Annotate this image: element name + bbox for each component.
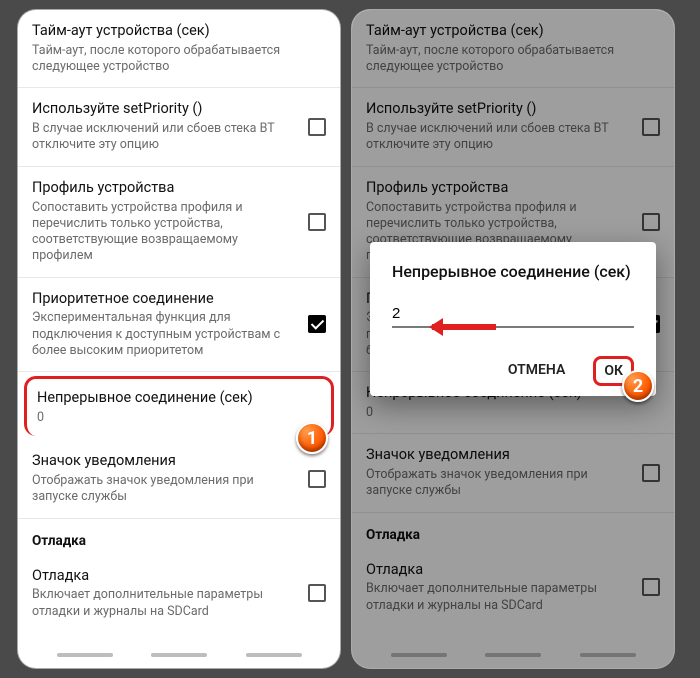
item-title: Отладка (32, 567, 282, 586)
android-navbar (18, 646, 340, 664)
item-continuous-connection[interactable]: Непрерывное соединение (сек) 0 (24, 376, 334, 436)
item-device-profile[interactable]: Профиль устройства Сопоставить устройств… (18, 167, 340, 278)
step-marker-1: 1 (296, 422, 328, 454)
checkbox[interactable] (308, 470, 326, 488)
item-debug[interactable]: Отладка Включает дополнительные параметр… (18, 555, 340, 632)
item-sub: Отображать значок уведомления при запуск… (32, 473, 282, 506)
dialog-title: Непрерывное соединение (сек) (392, 262, 634, 283)
item-sub: Экспериментальная функция для подключени… (32, 310, 282, 359)
item-value: 0 (37, 410, 279, 426)
item-title: Используйте setPriority () (32, 100, 282, 119)
step-marker-2: 2 (622, 370, 654, 402)
settings-list: Тайм-аут устройства (сек) Тайм-аут, посл… (18, 10, 340, 632)
item-title: Профиль устройства (32, 179, 282, 198)
item-title: Приоритетное соединение (32, 290, 282, 309)
item-notification-icon[interactable]: Значок уведомления Отображать значок уве… (18, 440, 340, 518)
checkbox-checked[interactable] (308, 315, 326, 333)
phone-right: Тайм-аут устройства (сек) Тайм-аут, посл… (352, 10, 674, 668)
nav-pill[interactable] (151, 653, 207, 657)
nav-pill[interactable] (246, 653, 302, 657)
annotation-arrow (432, 324, 496, 330)
item-setpriority[interactable]: Используйте setPriority () В случае искл… (18, 88, 340, 166)
checkbox[interactable] (308, 584, 326, 602)
nav-pill[interactable] (57, 653, 113, 657)
item-device-timeout[interactable]: Тайм-аут устройства (сек) Тайм-аут, посл… (18, 10, 340, 88)
item-sub: В случае исключений или сбоев стека BT о… (32, 121, 282, 154)
item-sub: Сопоставить устройства профиля и перечис… (32, 200, 282, 265)
item-sub: Включает дополнительные параметры отладк… (32, 587, 282, 620)
item-sub: Тайм-аут, после которого обрабатывается … (32, 43, 282, 76)
item-title: Непрерывное соединение (сек) (37, 389, 279, 408)
section-debug-header: Отладка (18, 519, 340, 555)
item-title: Тайм-аут устройства (сек) (32, 22, 282, 41)
item-title: Значок уведомления (32, 452, 282, 471)
checkbox[interactable] (308, 213, 326, 231)
phone-left: Тайм-аут устройства (сек) Тайм-аут, посл… (18, 10, 340, 668)
cancel-button[interactable]: ОТМЕНА (500, 356, 573, 386)
checkbox[interactable] (308, 118, 326, 136)
item-priority-connection[interactable]: Приоритетное соединение Экспериментальна… (18, 278, 340, 373)
dialog-continuous-connection: Непрерывное соединение (сек) ОТМЕНА ОК (370, 242, 656, 396)
